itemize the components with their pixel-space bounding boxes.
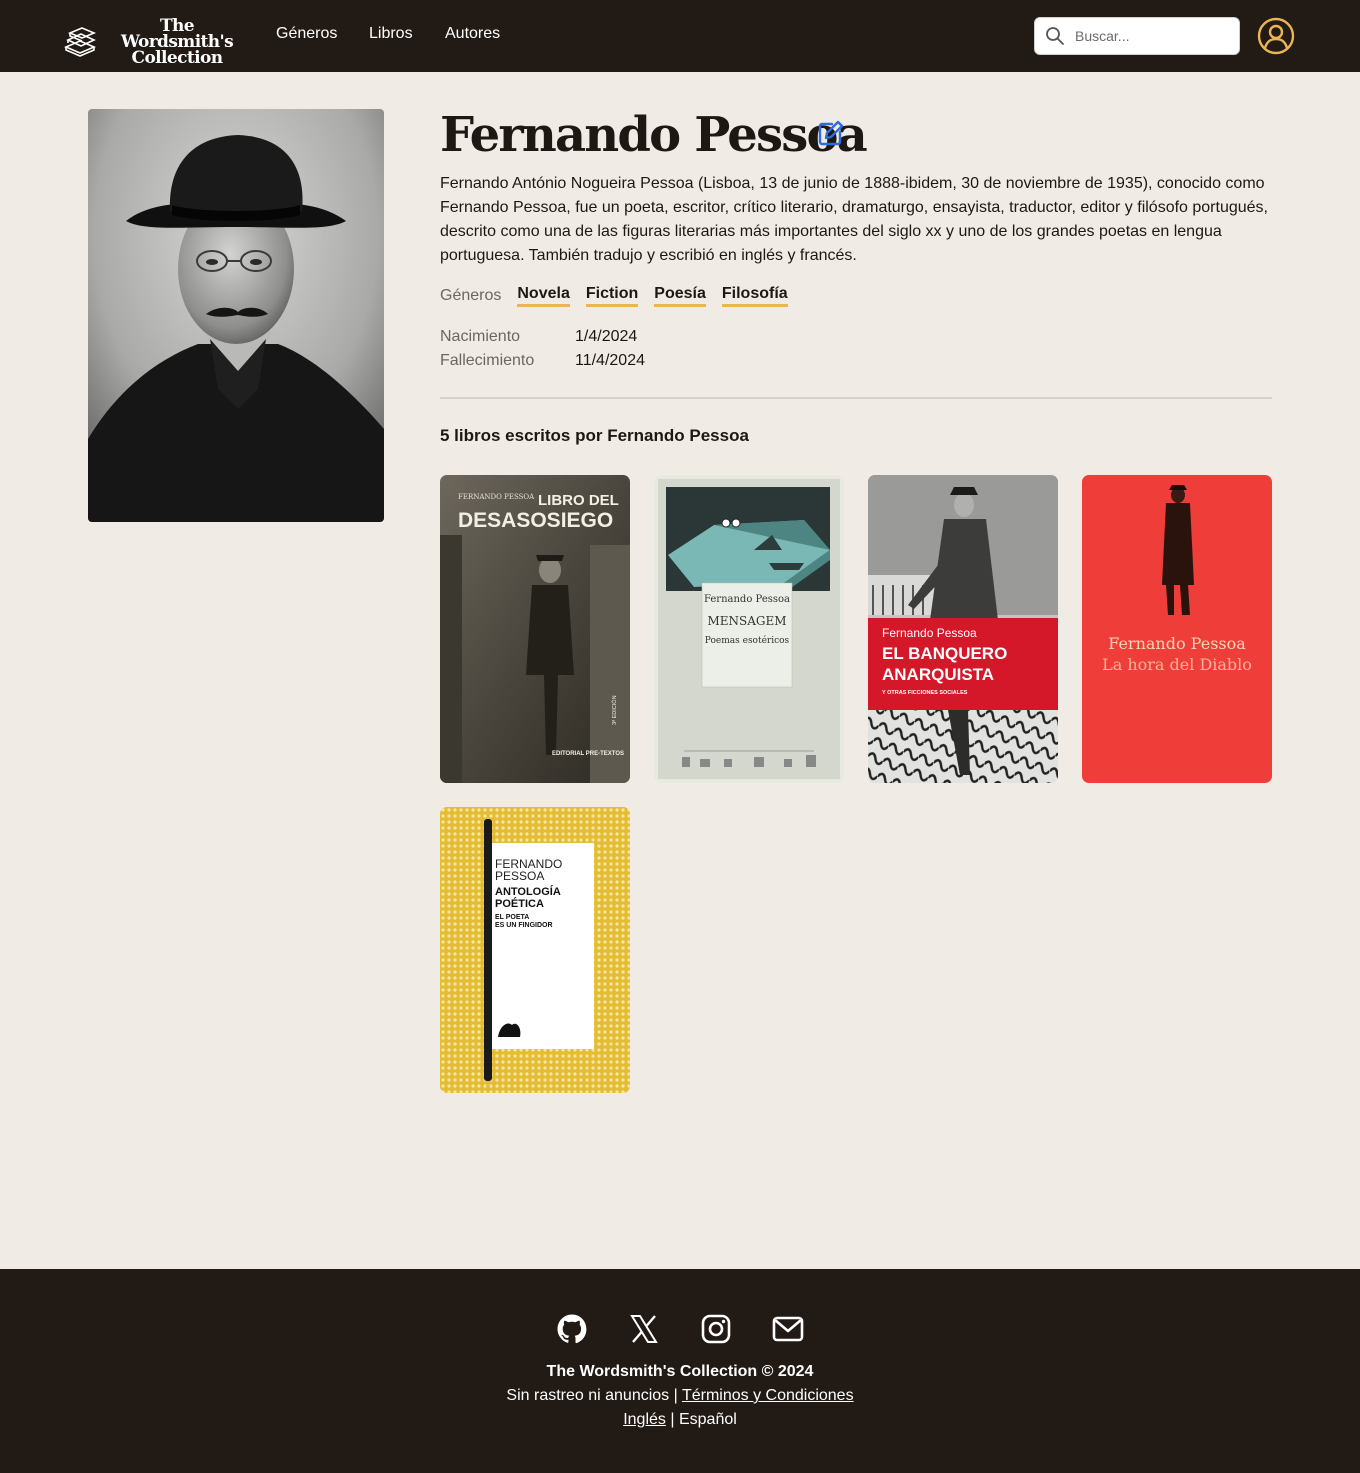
nav-authors-link[interactable]: Autores <box>445 25 500 43</box>
logo-wordmark: The Wordsmith's Collection <box>107 16 247 68</box>
books-heading: 5 libros escritos por Fernando Pessoa <box>440 426 749 445</box>
genre-tag-poesia[interactable]: Poesía <box>654 285 706 307</box>
mail-icon[interactable] <box>772 1313 804 1345</box>
instagram-icon[interactable] <box>700 1313 732 1345</box>
book-5-title-line-2: POÉTICA <box>495 897 544 910</box>
genre-tag-fiction[interactable]: Fiction <box>585 285 639 307</box>
book-2-subtitle: Poemas esotéricos <box>705 635 790 646</box>
book-4-author: Fernando Pessoa <box>1108 634 1246 653</box>
birth-row: Nacimiento 1/4/2024 <box>440 325 645 349</box>
search-box <box>1034 17 1240 55</box>
birth-date: 1/4/2024 <box>575 328 638 345</box>
social-links <box>0 1313 1360 1345</box>
section-divider <box>440 397 1272 399</box>
book-1-edition: 3ª EDICIÓN <box>611 695 618 725</box>
book-card-libro-del-desasosiego[interactable]: FERNANDO PESSOA LIBRO DEL DESASOSIEGO ED… <box>440 475 630 783</box>
author-name: Fernando Pessoa <box>440 107 868 163</box>
edit-icon[interactable] <box>817 119 845 147</box>
no-tracking-text: Sin rastreo ni anuncios <box>506 1387 670 1404</box>
book-card-la-hora-del-diablo[interactable]: Fernando Pessoa La hora del Diablo <box>1082 475 1272 783</box>
nav-books-link[interactable]: Libros <box>369 25 413 43</box>
search-input[interactable] <box>1075 28 1225 44</box>
language-spanish[interactable]: Español <box>679 1411 737 1428</box>
book-cover: Fernando Pessoa MENSAGEM Poemas esotéric… <box>654 475 844 783</box>
genres-label: Géneros <box>440 287 502 304</box>
book-3-subtitle: Y OTRAS FICCIONES SOCIALES <box>882 690 968 696</box>
book-card-antologia-poetica[interactable]: FERNANDO PESSOA ANTOLOGÍA POÉTICA EL POE… <box>440 807 630 1093</box>
book-cover: Fernando Pessoa La hora del Diablo <box>1082 475 1272 783</box>
search-icon <box>1046 27 1064 45</box>
logo-line-1: The Wordsmith's <box>120 16 234 52</box>
nav-genres-link[interactable]: Géneros <box>276 25 337 43</box>
book-cover: FERNANDO PESSOA LIBRO DEL DESASOSIEGO ED… <box>440 475 630 783</box>
footer-policy-line: Sin rastreo ni anuncios | Términos y Con… <box>0 1387 1360 1405</box>
death-row: Fallecimiento 11/4/2024 <box>440 349 645 373</box>
death-date: 11/4/2024 <box>575 352 645 369</box>
site-logo[interactable]: The Wordsmith's Collection <box>63 16 247 68</box>
book-3-title-line-2: ANARQUISTA <box>882 665 994 684</box>
logo-line-2: Collection <box>131 48 224 68</box>
github-icon[interactable] <box>556 1313 588 1345</box>
books-stack-icon <box>63 27 97 57</box>
book-5-author-line-2: PESSOA <box>495 869 544 883</box>
book-5-title-line-1: ANTOLOGÍA <box>495 885 561 898</box>
copyright: The Wordsmith's Collection © 2024 <box>546 1363 814 1380</box>
site-footer: The Wordsmith's Collection © 2024 Sin ra… <box>0 1269 1360 1473</box>
footer-separator: | <box>673 1387 678 1404</box>
user-account-icon[interactable] <box>1257 17 1295 55</box>
book-1-title-line-2: DESASOSIEGO <box>458 509 613 532</box>
author-bio: Fernando António Nogueira Pessoa (Lisboa… <box>440 175 1268 264</box>
book-5-subtitle-line-1: EL POETA <box>495 914 529 921</box>
footer-separator: | <box>670 1411 675 1428</box>
book-3-title-line-1: EL BANQUERO <box>882 644 1007 663</box>
book-5-subtitle-line-2: ES UN FINGIDOR <box>495 922 553 929</box>
author-photo <box>88 109 384 522</box>
x-icon[interactable] <box>628 1313 660 1345</box>
genre-tag-filosofia[interactable]: Filosofía <box>721 285 788 307</box>
book-cover: Fernando Pessoa EL BANQUERO ANARQUISTA Y… <box>868 475 1058 783</box>
language-english-link[interactable]: Inglés <box>623 1411 666 1428</box>
author-life-dates: Nacimiento 1/4/2024 Fallecimiento 11/4/2… <box>440 325 645 373</box>
book-4-title: La hora del Diablo <box>1102 655 1252 674</box>
book-card-mensagem[interactable]: Fernando Pessoa MENSAGEM Poemas esotéric… <box>654 475 844 783</box>
book-2-title: MENSAGEM <box>707 614 786 628</box>
book-1-publisher: EDITORIAL PRE-TEXTOS <box>552 751 624 757</box>
book-cover: FERNANDO PESSOA ANTOLOGÍA POÉTICA EL POE… <box>440 807 630 1093</box>
book-3-author: Fernando Pessoa <box>882 626 977 640</box>
book-1-title-line-1: LIBRO DEL <box>538 492 619 509</box>
terms-link[interactable]: Términos y Condiciones <box>682 1387 854 1404</box>
genre-tag-novela[interactable]: Novela <box>517 285 570 307</box>
death-label: Fallecimiento <box>440 352 535 369</box>
book-1-author: FERNANDO PESSOA <box>458 493 535 501</box>
site-header: The Wordsmith's Collection Géneros Libro… <box>0 0 1360 72</box>
footer-language-line: Inglés | Español <box>0 1411 1360 1429</box>
book-2-author: Fernando Pessoa <box>704 594 790 605</box>
birth-label: Nacimiento <box>440 328 521 345</box>
author-genres: Géneros Novela Fiction Poesía Filosofía <box>440 285 804 307</box>
book-card-el-banquero-anarquista[interactable]: Fernando Pessoa EL BANQUERO ANARQUISTA Y… <box>868 475 1058 783</box>
